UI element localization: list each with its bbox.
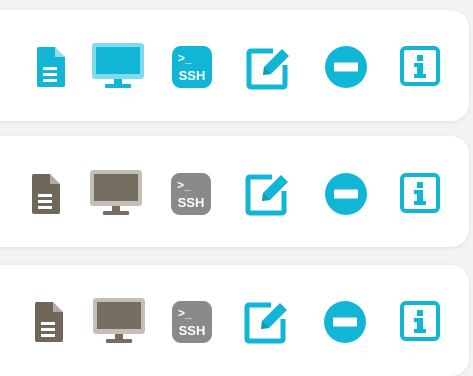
edit-icon[interactable] — [245, 171, 290, 216]
ssh-label-text: SSH — [179, 323, 206, 338]
list-row: >_ SSH — [0, 265, 469, 376]
ssh-terminal-icon[interactable]: >_ SSH — [172, 301, 212, 343]
ssh-prompt-text: >_ — [178, 51, 192, 65]
ssh-terminal-icon[interactable]: >_ SSH — [171, 173, 211, 215]
ssh-terminal-icon[interactable]: >_ SSH — [172, 46, 212, 88]
monitor-icon[interactable] — [92, 43, 144, 88]
document-icon[interactable] — [32, 174, 60, 214]
edit-icon[interactable] — [244, 299, 289, 344]
list-row: >_ SSH — [0, 136, 469, 247]
remove-icon[interactable] — [325, 173, 367, 215]
ssh-label-text: SSH — [179, 68, 206, 83]
info-icon[interactable] — [400, 173, 440, 213]
document-icon[interactable] — [37, 47, 65, 87]
document-icon[interactable] — [35, 302, 63, 342]
monitor-icon[interactable] — [93, 298, 145, 343]
info-icon[interactable] — [400, 301, 440, 341]
ssh-prompt-text: >_ — [178, 306, 192, 320]
info-icon[interactable] — [400, 46, 440, 86]
ssh-prompt-text: >_ — [177, 178, 191, 192]
remove-icon[interactable] — [324, 301, 366, 343]
list-row: >_ SSH — [0, 10, 469, 121]
ssh-label-text: SSH — [178, 195, 205, 210]
remove-icon[interactable] — [325, 46, 367, 88]
edit-icon[interactable] — [246, 45, 291, 90]
monitor-icon[interactable] — [90, 170, 142, 215]
